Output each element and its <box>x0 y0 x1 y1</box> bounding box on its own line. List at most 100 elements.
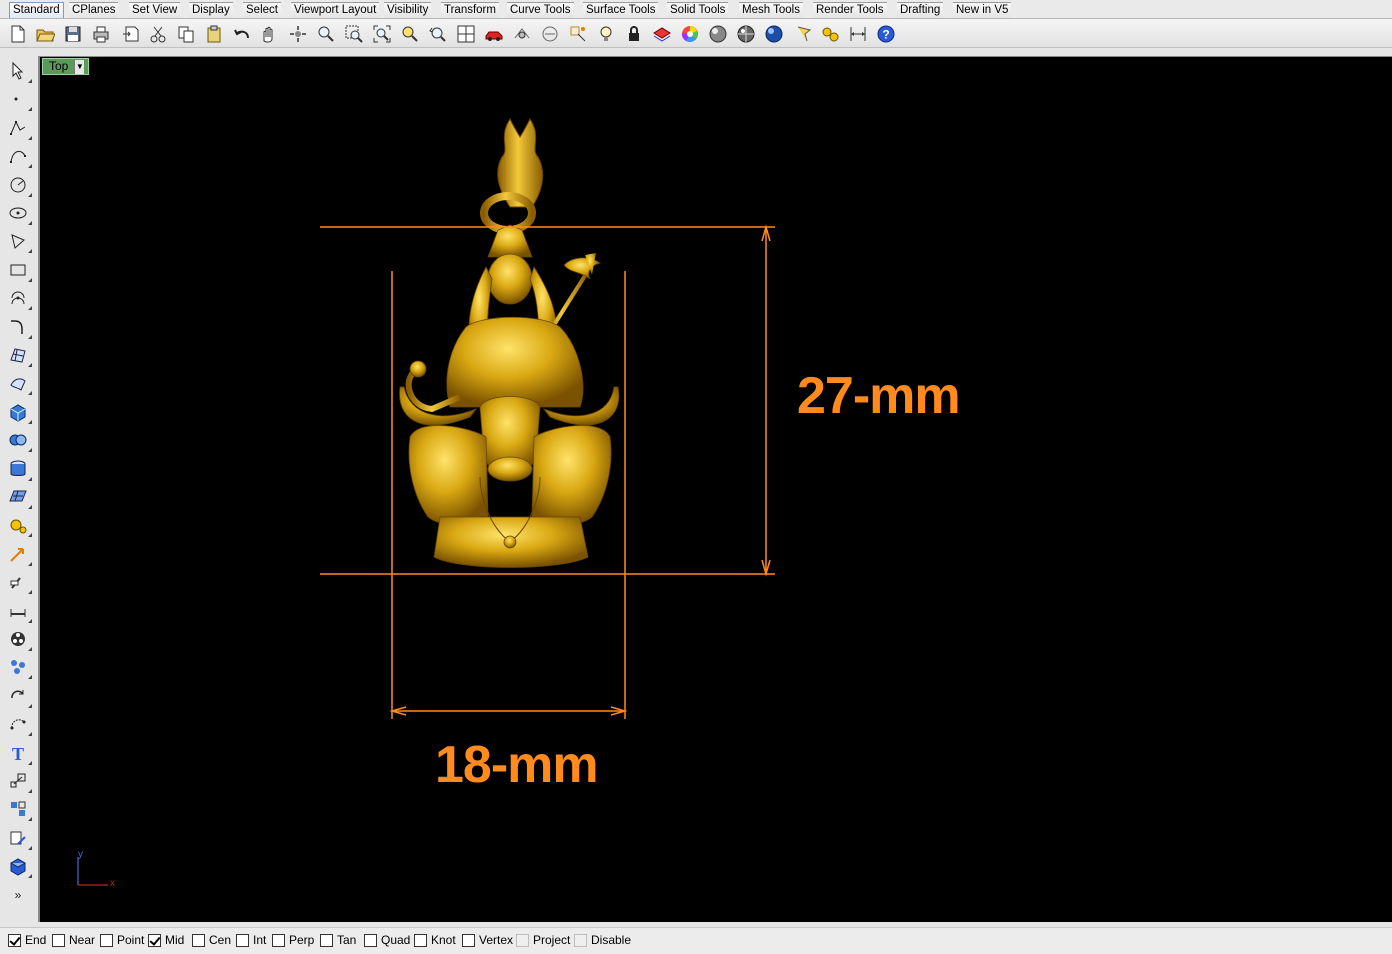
osnap-vertex[interactable]: Vertex <box>462 933 513 947</box>
tab-render-tools[interactable]: Render Tools <box>813 2 887 18</box>
settings-gears-icon[interactable] <box>818 22 842 46</box>
tab-display[interactable]: Display <box>189 2 233 18</box>
analyze-icon[interactable] <box>6 570 32 595</box>
osnap-quad[interactable]: Quad <box>364 933 410 947</box>
osnap-int-checkbox[interactable] <box>236 933 249 947</box>
osnap-perp[interactable]: Perp <box>272 933 314 947</box>
undo-view-icon[interactable] <box>426 22 450 46</box>
tab-select[interactable]: Select <box>243 2 281 18</box>
osnap-vertex-checkbox[interactable] <box>462 933 475 947</box>
fillet-curve-icon[interactable] <box>6 315 32 339</box>
tab-standard[interactable]: Standard <box>9 2 64 18</box>
print-icon[interactable] <box>89 22 113 46</box>
polyline-icon[interactable] <box>6 116 32 140</box>
help-icon[interactable]: ? <box>874 22 898 46</box>
rotate-icon[interactable] <box>6 684 32 708</box>
osnap-end[interactable]: End <box>8 933 46 947</box>
osnap-knot-checkbox[interactable] <box>414 933 427 947</box>
cylinder-icon[interactable] <box>6 457 32 481</box>
copy-icon[interactable] <box>174 22 198 46</box>
sphere-shaded-icon[interactable] <box>706 22 730 46</box>
text-icon[interactable]: T <box>6 741 32 765</box>
array-icon[interactable] <box>6 712 32 737</box>
osnap-perp-checkbox[interactable] <box>272 933 285 947</box>
osnap-tan-checkbox[interactable] <box>320 933 333 947</box>
cplane-icon[interactable] <box>538 22 562 46</box>
osnap-point[interactable]: Point <box>100 933 144 947</box>
transform-arrows-icon[interactable] <box>6 542 32 566</box>
tab-drafting[interactable]: Drafting <box>897 2 944 18</box>
tab-set-view[interactable]: Set View <box>129 2 181 18</box>
tab-viewport-layout[interactable]: Viewport Layout <box>291 2 380 18</box>
gears-icon[interactable] <box>6 513 32 538</box>
polygon-icon[interactable] <box>6 229 32 254</box>
tab-curve-tools[interactable]: Curve Tools <box>507 2 574 18</box>
lock-icon[interactable] <box>622 22 646 46</box>
rotate-view-icon[interactable] <box>286 22 310 46</box>
undo-icon[interactable] <box>230 22 254 46</box>
tab-surface-tools[interactable]: Surface Tools <box>583 2 659 18</box>
curve-icon[interactable] <box>6 144 32 169</box>
tab-mesh-tools[interactable]: Mesh Tools <box>739 2 803 18</box>
arc-icon[interactable] <box>6 286 32 311</box>
color-wheel-icon[interactable] <box>678 22 702 46</box>
zoom-dynamic-icon[interactable] <box>314 22 338 46</box>
tab-cplanes[interactable]: CPlanes <box>69 2 119 18</box>
boolean-icon[interactable] <box>6 428 32 453</box>
render-icon[interactable] <box>6 627 32 651</box>
osnap-mid[interactable]: Mid <box>148 933 184 947</box>
block-icon[interactable] <box>6 797 32 822</box>
flag-icon[interactable] <box>792 22 816 46</box>
osnap-near[interactable]: Near <box>52 933 95 947</box>
loft-icon[interactable] <box>6 371 32 396</box>
pendant-model[interactable] <box>399 118 620 568</box>
sphere-blue-icon[interactable] <box>762 22 786 46</box>
box-solid-icon[interactable] <box>6 400 32 424</box>
osnap-quad-checkbox[interactable] <box>364 933 377 947</box>
select-arrow-icon[interactable] <box>6 59 32 83</box>
save-icon[interactable] <box>61 22 85 46</box>
dim-line-icon[interactable] <box>6 599 32 623</box>
car-icon[interactable] <box>482 22 506 46</box>
osnap-cen-checkbox[interactable] <box>192 933 205 947</box>
import-icon[interactable] <box>119 22 143 46</box>
osnap-int[interactable]: Int <box>236 933 266 947</box>
osnap-point-checkbox[interactable] <box>100 933 113 947</box>
osnap-near-checkbox[interactable] <box>52 933 65 947</box>
light-icon[interactable] <box>594 22 618 46</box>
osnap-knot[interactable]: Knot <box>414 933 456 947</box>
mesh-plane-icon[interactable] <box>6 485 32 509</box>
more-icon[interactable]: » <box>6 883 30 907</box>
sphere-rendered-icon[interactable] <box>734 22 758 46</box>
zoom-selected-icon[interactable] <box>398 22 422 46</box>
tab-new-in-v5[interactable]: New in V5 <box>953 2 1012 18</box>
point-icon[interactable] <box>6 87 32 112</box>
cube-icon[interactable] <box>6 854 32 879</box>
dimension-icon[interactable] <box>846 22 870 46</box>
osnap-mid-checkbox[interactable] <box>148 933 161 947</box>
zoom-extents-icon[interactable] <box>370 22 394 46</box>
pan-icon[interactable] <box>256 22 280 46</box>
cut-icon[interactable] <box>146 22 170 46</box>
new-icon[interactable] <box>5 22 29 46</box>
osnap-icon[interactable] <box>566 22 590 46</box>
viewport-menu-chevron-icon[interactable]: ▼ <box>74 59 85 74</box>
top-viewport[interactable]: Top ▼ 27-mm 18-mm y x <box>38 56 1392 922</box>
tab-visibility[interactable]: Visibility <box>384 2 432 18</box>
ellipse-icon[interactable] <box>6 201 32 225</box>
open-icon[interactable] <box>33 22 57 46</box>
circle-icon[interactable] <box>6 173 32 197</box>
viewport-title-tab[interactable]: Top ▼ <box>42 58 90 75</box>
rectangle-icon[interactable] <box>6 258 32 282</box>
tab-solid-tools[interactable]: Solid Tools <box>667 2 729 18</box>
scale-icon[interactable] <box>6 769 32 793</box>
group-icon[interactable] <box>6 655 32 680</box>
grid-snap-icon[interactable] <box>510 22 534 46</box>
surface-icon[interactable] <box>6 343 32 367</box>
history-icon[interactable] <box>6 826 32 850</box>
osnap-tan[interactable]: Tan <box>320 933 356 947</box>
zoom-window-icon[interactable] <box>342 22 366 46</box>
tab-transform[interactable]: Transform <box>441 2 499 18</box>
osnap-end-checkbox[interactable] <box>8 933 21 947</box>
four-viewports-icon[interactable] <box>454 22 478 46</box>
